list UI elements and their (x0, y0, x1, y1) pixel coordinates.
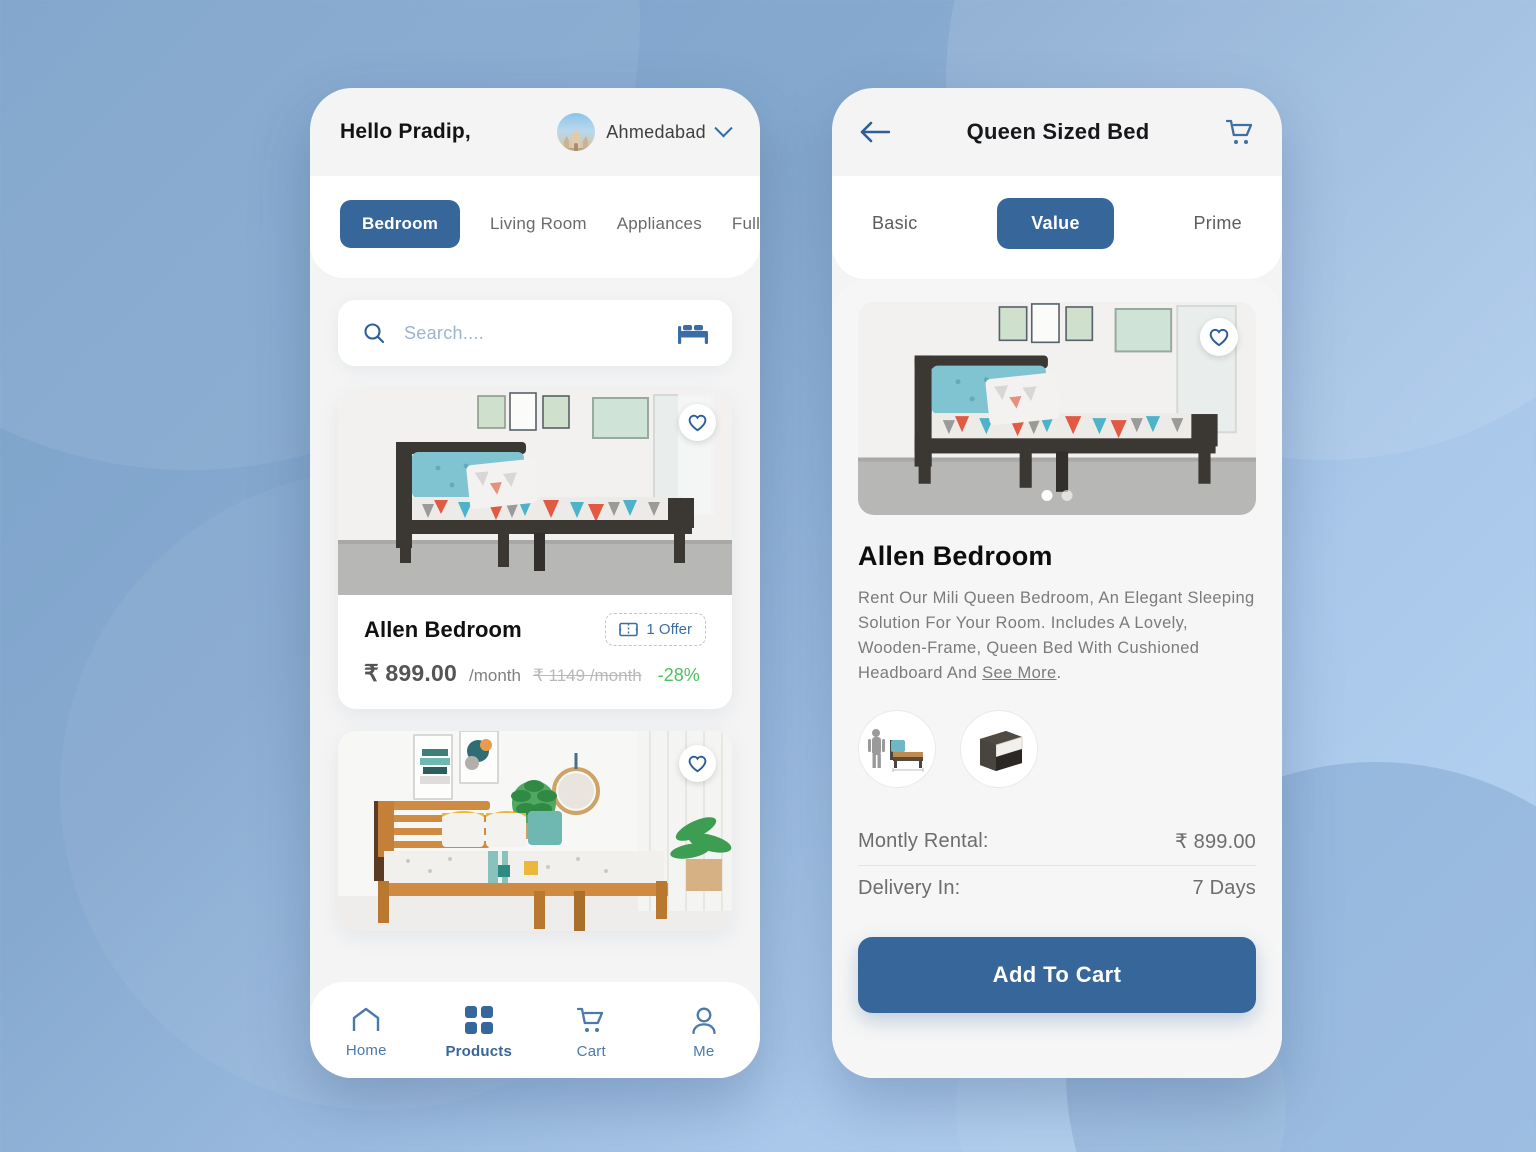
temple-icon (561, 128, 592, 151)
product-name: Allen Bedroom (364, 616, 522, 642)
add-to-cart-button[interactable]: Add To Cart (858, 937, 1256, 1014)
grid-icon[interactable] (464, 1006, 493, 1034)
product-title-row: Allen Bedroom 1 Offer (364, 613, 706, 646)
product-card[interactable]: Allen Bedroom 1 Offer ₹ 899.00 /month ₹ … (338, 390, 732, 709)
offer-badge[interactable]: 1 Offer (605, 613, 706, 646)
product-description: Rent Our Mili Queen Bedroom, An Elegant … (858, 586, 1256, 686)
bed-icon[interactable] (678, 322, 708, 344)
favorite-button[interactable] (679, 404, 716, 441)
product-hero-image[interactable] (858, 302, 1256, 515)
bed-dimensions-thumbnail[interactable] (858, 710, 936, 789)
nav-item-cart[interactable]: Cart (546, 1007, 636, 1060)
spec-row-monthly-rental: Montly Rental: ₹ 899.00 (858, 818, 1256, 865)
product-price: ₹ 899.00 (364, 660, 457, 686)
nightstand-icon (980, 731, 1023, 772)
category-tab-bedroom[interactable]: Bedroom (340, 200, 461, 248)
tab-value[interactable]: Value (997, 198, 1114, 249)
city-label: Ahmedabad (606, 121, 706, 142)
see-more-link[interactable]: See More (982, 664, 1056, 682)
product-price-row: ₹ 899.00 /month ₹ 1149 /month -28% (364, 660, 706, 687)
greeting-text: Hello Pradip, (340, 120, 471, 143)
spec-label: Montly Rental: (858, 830, 989, 853)
carousel-dot-1[interactable] (1041, 490, 1053, 501)
bottom-navigation: Home Products Cart Me (310, 982, 760, 1078)
city-selector[interactable]: Ahmedabad (557, 113, 733, 151)
nav-label-products: Products (445, 1043, 513, 1060)
category-tab-appliances[interactable]: Appliances (617, 214, 702, 234)
carousel-dot-2[interactable] (1061, 490, 1073, 501)
nightstand-thumbnail[interactable] (960, 710, 1038, 789)
description-period: . (1056, 664, 1062, 683)
product-price-unit: /month (468, 666, 521, 685)
heart-icon[interactable] (1209, 328, 1229, 347)
detail-header: Queen Sized Bed (832, 88, 1282, 176)
cart-icon[interactable] (577, 1007, 605, 1034)
product-specs: Montly Rental: ₹ 899.00 Delivery In: 7 D… (858, 818, 1256, 911)
carousel-dots (1041, 490, 1073, 501)
home-header: Hello Pradip, Ahmedabad (310, 88, 760, 176)
spec-value: ₹ 899.00 (1174, 831, 1256, 854)
search-icon[interactable] (362, 321, 386, 345)
temple-avatar-icon (557, 113, 596, 151)
product-image-bed-dark (338, 390, 732, 595)
offer-label: 1 Offer (646, 621, 692, 638)
bed-dimensions-icon (868, 729, 924, 773)
search-bar[interactable]: Search.... (338, 300, 732, 366)
tab-basic[interactable]: Basic (862, 207, 928, 240)
nav-label-me: Me (693, 1042, 715, 1060)
bed-photo-illustration (858, 302, 1256, 515)
category-tab-full[interactable]: Full (732, 214, 760, 234)
home-icon[interactable] (351, 1007, 381, 1033)
plan-tabs: Basic Value Prime (832, 176, 1282, 279)
nav-label-cart: Cart (576, 1042, 606, 1060)
cart-icon[interactable] (1226, 119, 1254, 146)
nav-label-home: Home (345, 1042, 387, 1059)
page-title: Queen Sized Bed (966, 119, 1150, 144)
product-image-bed-teak (338, 731, 732, 931)
spec-value: 7 Days (1192, 877, 1256, 900)
category-tabs: Bedroom Living Room Appliances Full Hom (310, 176, 760, 278)
detail-content: Allen Bedroom Rent Our Mili Queen Bedroo… (832, 280, 1282, 1078)
category-tab-living-room[interactable]: Living Room (490, 214, 587, 234)
spec-label: Delivery In: (858, 877, 961, 900)
back-arrow-icon[interactable] (860, 121, 890, 143)
product-old-price: ₹ 1149 /month (532, 666, 642, 685)
product-name: Allen Bedroom (858, 541, 1053, 571)
favorite-button[interactable] (679, 745, 716, 782)
nav-item-products[interactable]: Products (434, 1006, 524, 1060)
home-content: Search.... Allen Bedroom 1 Offer ₹ 899.0… (310, 278, 760, 931)
ticket-icon (619, 622, 639, 637)
product-thumbnails (858, 710, 1256, 789)
product-card[interactable] (338, 731, 732, 931)
person-icon[interactable] (691, 1007, 717, 1034)
product-info: Allen Bedroom 1 Offer ₹ 899.00 /month ₹ … (338, 595, 732, 709)
favorite-button[interactable] (1200, 318, 1238, 356)
heart-icon[interactable] (688, 755, 707, 773)
spec-row-delivery: Delivery In: 7 Days (858, 866, 1256, 911)
tab-prime[interactable]: Prime (1183, 207, 1252, 240)
bed-photo-illustration (338, 731, 732, 931)
heart-icon[interactable] (688, 414, 707, 432)
phone-mockup-detail: Queen Sized Bed Basic Value Prime Allen … (832, 88, 1282, 1078)
product-discount: -28% (657, 665, 700, 685)
search-input[interactable]: Search.... (404, 323, 660, 344)
bed-photo-illustration (338, 390, 732, 595)
nav-item-me[interactable]: Me (659, 1007, 749, 1060)
phone-mockup-home: Hello Pradip, Ahmedabad Bedroom Living R… (310, 88, 760, 1078)
chevron-down-icon[interactable] (714, 118, 733, 137)
nav-item-home[interactable]: Home (321, 1007, 411, 1059)
